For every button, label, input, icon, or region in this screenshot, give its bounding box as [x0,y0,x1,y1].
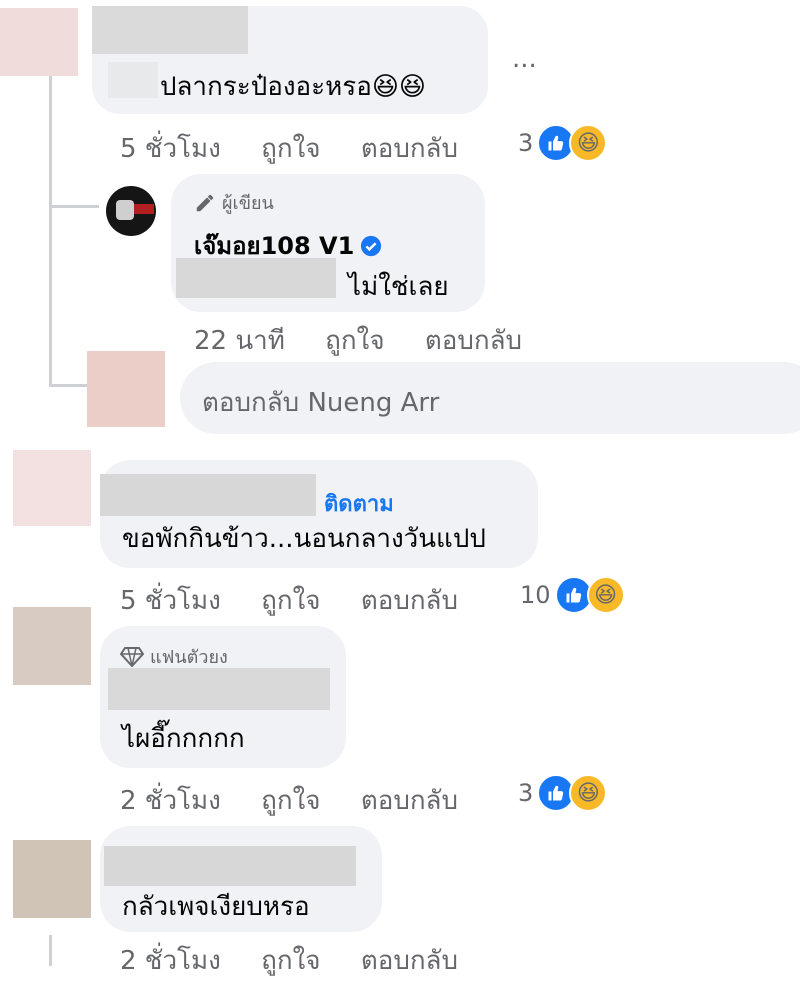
avatar[interactable] [0,8,78,76]
pencil-icon [196,194,214,211]
comment-actions: 2 ชั่วโมง ถูกใจ ตอบกลับ [120,940,490,981]
timestamp[interactable]: 2 ชั่วโมง [120,946,221,976]
reaction-count: 3 [518,779,534,807]
diamond-icon [120,646,144,667]
comment-text: ขอพักกินข้าว...นอนกลางวันแปป [122,524,486,554]
reactions[interactable]: 3 😆 [518,774,608,812]
reaction-count: 3 [518,129,534,157]
more-icon[interactable]: ... [512,44,537,74]
comment-text: ไผอี๊กกกกก [122,724,245,754]
avatar[interactable] [13,840,91,918]
comment-actions: 2 ชั่วโมง ถูกใจ ตอบกลับ [120,780,490,821]
reply-button[interactable]: ตอบกลับ [361,946,458,976]
redacted-text [176,258,336,298]
badge-label: ผู้เขียน [222,193,274,214]
haha-reaction-icon: 😆 [586,576,625,614]
reactions[interactable]: 10 😆 [520,576,625,614]
redacted-text [108,62,158,98]
reply-button[interactable]: ตอบกลับ [361,134,458,164]
comment-actions: 5 ชั่วโมง ถูกใจ ตอบกลับ [120,580,490,621]
redacted-name [104,846,356,886]
avatar[interactable] [13,607,91,685]
thread-branch [49,384,87,387]
thread-line [49,74,52,384]
like-button[interactable]: ถูกใจ [261,586,320,616]
reply-button[interactable]: ตอบกลับ [361,586,458,616]
comment-text: ปลากระป๋องอะหรอ😆😆 [160,72,427,102]
reactions[interactable]: 3 😆 [518,124,608,162]
comment-text: ไม่ใช่เลย [348,272,449,302]
badge-label: แฟนตัวยง [150,647,228,668]
thread-line [49,935,52,966]
like-button[interactable]: ถูกใจ [261,134,320,164]
thread-branch [49,205,99,208]
timestamp[interactable]: 5 ชั่วโมง [120,134,221,164]
reply-input[interactable]: ตอบกลับ Nueng Arr [180,362,800,434]
reply-button[interactable]: ตอบกลับ [425,326,522,356]
timestamp[interactable]: 5 ชั่วโมง [120,586,221,616]
author-badge: ผู้เขียน [194,188,274,217]
timestamp[interactable]: 2 ชั่วโมง [120,786,221,816]
redacted-name [92,6,248,54]
avatar[interactable] [106,186,156,236]
avatar[interactable] [13,450,91,526]
reply-input-placeholder: ตอบกลับ Nueng Arr [202,388,440,418]
comment-actions: 22 นาที ถูกใจ ตอบกลับ [194,320,554,361]
haha-reaction-icon: 😆 [569,124,608,162]
verified-icon [361,235,382,256]
avatar [87,351,165,427]
haha-reaction-icon: 😆 [569,774,608,812]
redacted-name [108,668,330,710]
reaction-count: 10 [520,581,551,609]
like-button[interactable]: ถูกใจ [325,326,384,356]
comment-text: กลัวเพจเงียบหรอ [122,892,310,922]
comment-actions: 5 ชั่วโมง ถูกใจ ตอบกลับ [120,128,490,169]
like-button[interactable]: ถูกใจ [261,946,320,976]
reply-button[interactable]: ตอบกลับ [361,786,458,816]
follow-link[interactable]: ติดตาม [324,486,394,521]
timestamp[interactable]: 22 นาที [194,326,285,356]
like-button[interactable]: ถูกใจ [261,786,320,816]
fan-badge: แฟนตัวยง [120,642,228,671]
redacted-name [100,474,316,516]
